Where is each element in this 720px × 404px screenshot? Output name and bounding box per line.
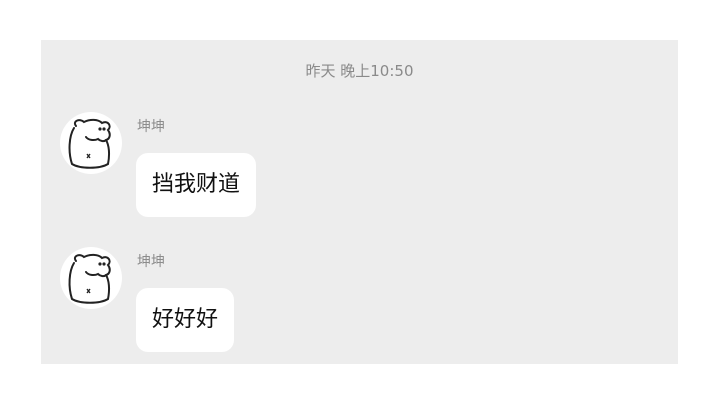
message-bubble[interactable]: 挡我财道 [136, 153, 257, 217]
cartoon-sheep-avatar-icon[interactable] [60, 112, 122, 174]
chat-panel: 昨天 晚上10:50 坤坤 挡我财道 坤坤 好好好 [41, 40, 678, 364]
sender-name: 坤坤 [137, 119, 165, 135]
message-timestamp: 昨天 晚上10:50 [305, 62, 414, 80]
message-bubble[interactable]: 好好好 [136, 288, 235, 352]
cartoon-sheep-avatar-icon[interactable] [60, 247, 122, 309]
sender-name: 坤坤 [137, 254, 165, 270]
